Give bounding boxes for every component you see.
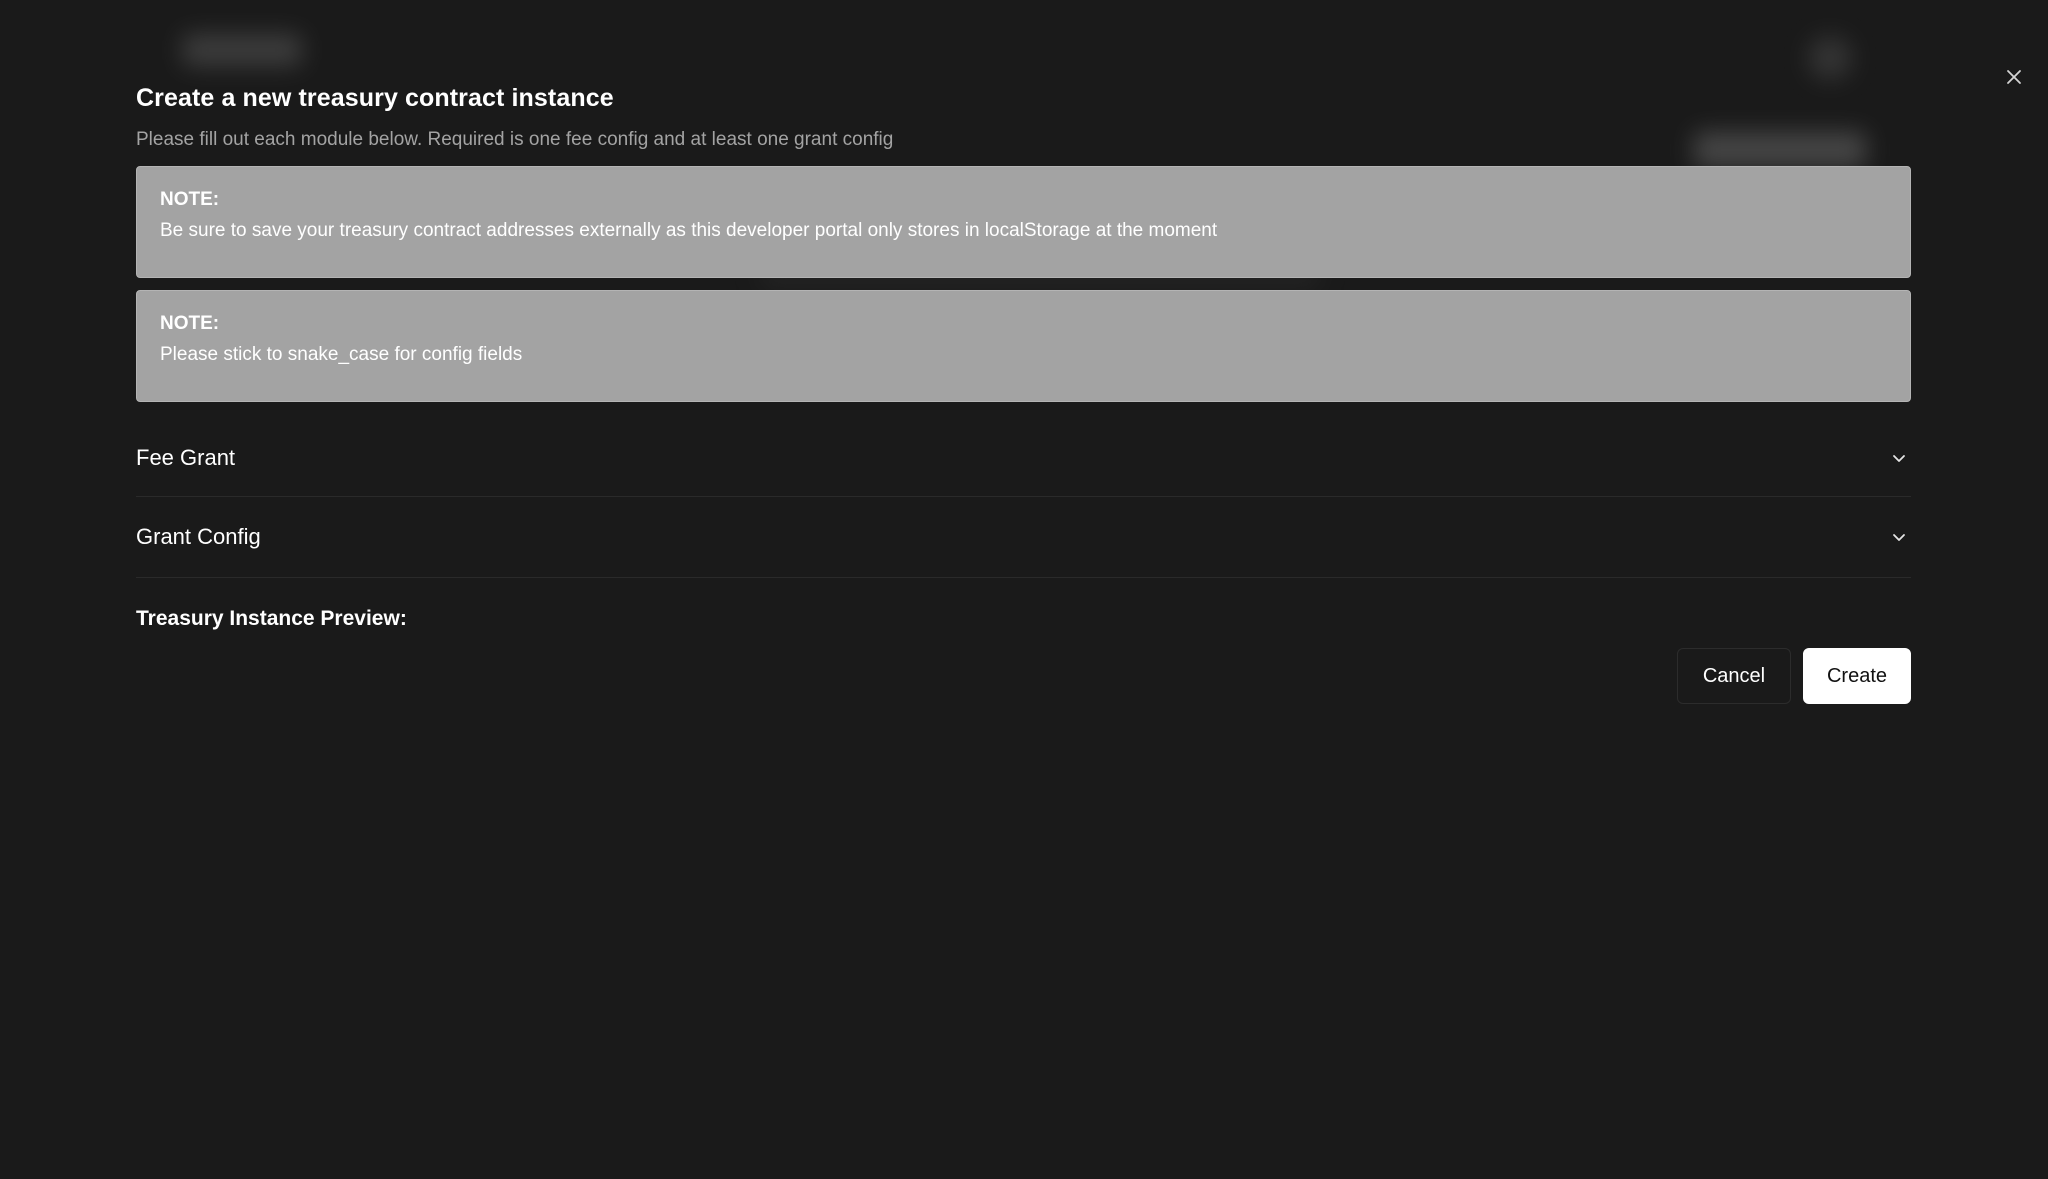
note-snake-case: NOTE: Please stick to snake_case for con… <box>136 290 1911 402</box>
close-button[interactable] <box>2001 64 2027 90</box>
create-treasury-dialog: Create a new treasury contract instance … <box>136 80 1911 704</box>
note-text: Be sure to save your treasury contract a… <box>160 220 1218 241</box>
treasury-preview-label: Treasury Instance Preview: <box>136 607 407 630</box>
create-button[interactable]: Create <box>1803 648 1911 704</box>
config-accordion: Fee Grant Grant Config <box>136 420 1911 578</box>
accordion-label: Fee Grant <box>136 445 236 470</box>
dialog-title: Create a new treasury contract instance <box>136 84 614 112</box>
cancel-button[interactable]: Cancel <box>1677 648 1791 704</box>
dialog-subtitle: Please fill out each module below. Requi… <box>136 129 894 150</box>
dialog-actions: Cancel Create <box>136 648 1911 704</box>
background-logo <box>182 34 302 66</box>
background-avatar <box>1808 36 1852 80</box>
note-text: Please stick to snake_case for config fi… <box>160 344 523 365</box>
chevron-down-icon <box>1889 448 1909 468</box>
accordion-label: Grant Config <box>136 524 261 549</box>
close-icon <box>2007 70 2021 84</box>
note-label: NOTE: <box>160 189 220 210</box>
accordion-grant-config[interactable]: Grant Config <box>136 497 1911 578</box>
modal-overlay: Create a new treasury contract instance … <box>0 0 2048 1179</box>
chevron-down-icon <box>1889 527 1909 547</box>
note-label: NOTE: <box>160 313 220 334</box>
note-localstorage: NOTE: Be sure to save your treasury cont… <box>136 166 1911 278</box>
accordion-fee-grant[interactable]: Fee Grant <box>136 420 1911 497</box>
